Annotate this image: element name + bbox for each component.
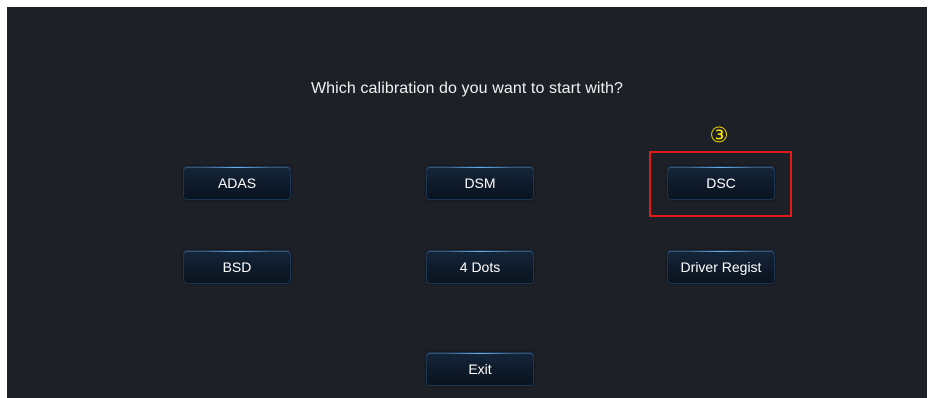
calibration-screen: Which calibration do you want to start w… bbox=[7, 7, 927, 398]
step-marker: ③ bbox=[709, 123, 729, 147]
bsd-button[interactable]: BSD bbox=[183, 250, 291, 284]
four-dots-button[interactable]: 4 Dots bbox=[426, 250, 534, 284]
calibration-prompt: Which calibration do you want to start w… bbox=[310, 80, 624, 97]
adas-button[interactable]: ADAS bbox=[183, 166, 291, 200]
exit-button[interactable]: Exit bbox=[426, 352, 534, 386]
driver-regist-button[interactable]: Driver Regist bbox=[667, 250, 775, 284]
highlight-box bbox=[649, 151, 792, 217]
dsm-button[interactable]: DSM bbox=[426, 166, 534, 200]
